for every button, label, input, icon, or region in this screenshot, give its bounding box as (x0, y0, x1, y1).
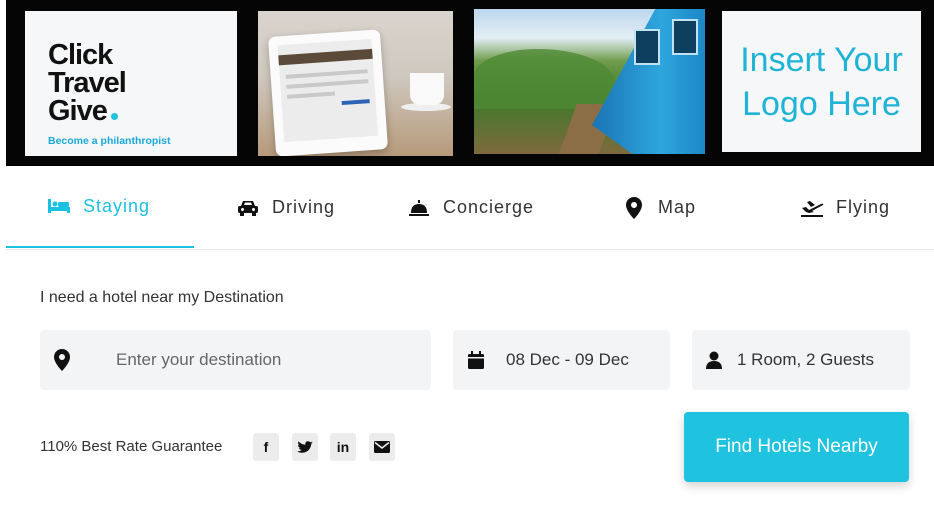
logo-placeholder: Insert Your Logo Here (722, 11, 921, 152)
date-range-field[interactable]: 08 Dec - 09 Dec (453, 330, 670, 390)
find-hotels-button[interactable]: Find Hotels Nearby (684, 412, 909, 482)
tab-staying-label: Staying (83, 195, 151, 216)
location-pin-icon (54, 349, 70, 376)
tab-flying[interactable]: Flying (800, 166, 890, 249)
train-photo (474, 9, 705, 154)
plane-icon (800, 196, 824, 220)
car-icon (236, 196, 260, 220)
guests-field[interactable]: 1 Room, 2 Guests (692, 330, 910, 390)
brand-logo: Click Travel Give Become a philanthropis… (25, 11, 237, 156)
header-banner: Click Travel Give Become a philanthropis… (6, 0, 934, 166)
coffee-mug (410, 73, 444, 105)
linkedin-icon[interactable]: in (330, 433, 356, 461)
destination-field[interactable] (40, 330, 431, 390)
tab-concierge[interactable]: Concierge (407, 166, 534, 249)
logo-text-line1: Click (48, 39, 113, 71)
placeholder-line1: Insert Your (740, 40, 903, 79)
bell-icon (407, 196, 431, 220)
logo-tagline: Become a philanthropist (48, 135, 171, 147)
tablet-photo (258, 11, 453, 156)
map-pin-icon (622, 196, 646, 220)
tab-driving-label: Driving (272, 197, 336, 217)
facebook-icon[interactable]: f (253, 433, 279, 461)
placeholder-line2: Logo Here (742, 84, 901, 123)
destination-input[interactable] (114, 349, 418, 371)
bed-icon (47, 194, 71, 218)
search-prompt-label: I need a hotel near my Destination (40, 289, 284, 306)
tab-flying-label: Flying (836, 197, 891, 217)
twitter-icon[interactable] (292, 433, 318, 461)
tab-map[interactable]: Map (622, 166, 696, 249)
email-icon[interactable] (369, 433, 395, 461)
date-range-value: 08 Dec - 09 Dec (506, 350, 629, 369)
tablet-device (267, 29, 389, 156)
tab-driving[interactable]: Driving (236, 166, 335, 249)
calendar-icon (468, 351, 484, 369)
guests-value: 1 Room, 2 Guests (737, 350, 875, 369)
logo-text-line3: Give (48, 97, 118, 126)
logo-dot (110, 113, 118, 120)
tab-map-label: Map (658, 197, 697, 217)
service-tabs: Staying Driving Concierge Map Flying (6, 166, 934, 250)
rate-guarantee-text: 110% Best Rate Guarantee (40, 438, 223, 455)
tab-concierge-label: Concierge (443, 197, 535, 217)
user-icon (706, 351, 722, 369)
tab-staying[interactable]: Staying (6, 166, 194, 248)
logo-text-line2: Travel (48, 67, 127, 99)
